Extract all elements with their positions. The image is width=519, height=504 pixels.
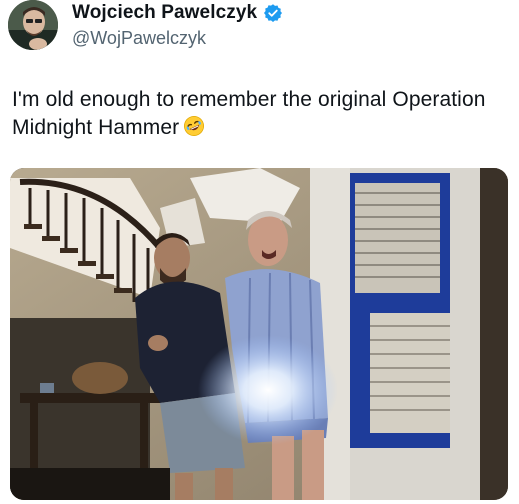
avatar-image <box>8 0 58 50</box>
rolling-on-floor-laughing-icon <box>183 115 205 137</box>
tweet-text-content: I'm old enough to remember the original … <box>12 88 486 139</box>
verified-badge-icon <box>263 3 283 23</box>
photo-scene <box>10 168 508 500</box>
tweet-text: I'm old enough to remember the original … <box>12 86 507 142</box>
name-row: Wojciech Pawelczyk <box>72 2 283 24</box>
user-handle[interactable]: @WojPawelczyk <box>72 28 283 49</box>
display-name[interactable]: Wojciech Pawelczyk <box>72 2 257 24</box>
tweet-media-photo[interactable] <box>10 168 508 500</box>
author-info: Wojciech Pawelczyk @WojPawelczyk <box>72 2 283 49</box>
tweet: Wojciech Pawelczyk @WojPawelczyk I'm old… <box>0 0 519 504</box>
avatar[interactable] <box>8 0 58 50</box>
